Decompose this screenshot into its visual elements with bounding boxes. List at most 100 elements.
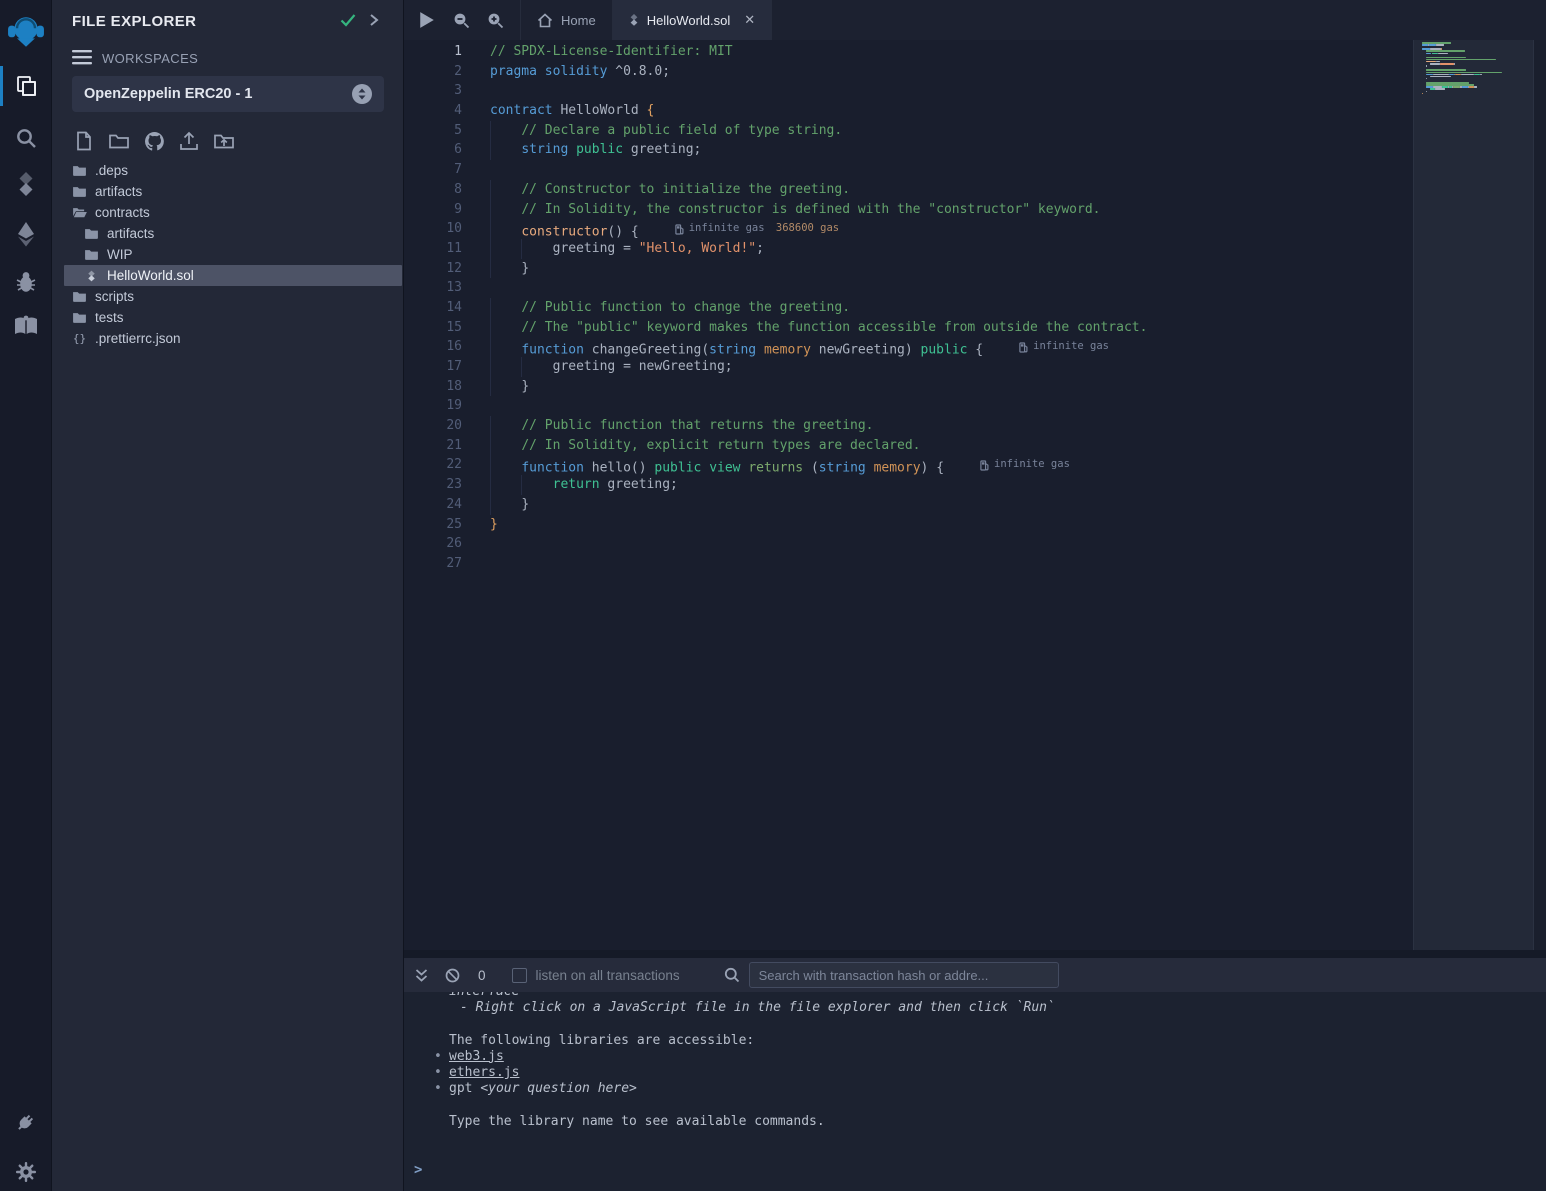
folder-icon (72, 165, 87, 176)
tab-helloworld-sol[interactable]: HelloWorld.sol ✕ (612, 0, 772, 40)
terminal-link[interactable]: web3.js (449, 1049, 504, 1064)
run-script-icon[interactable] (418, 11, 436, 29)
tree-item--deps[interactable]: .deps (52, 160, 404, 181)
code-line[interactable]: 24 } (404, 495, 1413, 515)
file-explorer-toolbar (72, 129, 236, 153)
learneth-icon[interactable] (0, 304, 52, 348)
terminal-line (404, 1097, 1546, 1113)
code-line[interactable]: 19 (404, 396, 1413, 416)
terminal-line: interface (404, 992, 1546, 1000)
tree-item-artifacts[interactable]: artifacts (52, 181, 404, 202)
chevron-right-icon[interactable] (368, 13, 380, 32)
new-file-icon[interactable] (72, 129, 96, 153)
code-line[interactable]: 2pragma solidity ^0.8.0; (404, 62, 1413, 82)
line-number: 2 (404, 62, 462, 82)
terminal-link[interactable]: ethers.js (449, 1065, 519, 1080)
new-folder-icon[interactable] (107, 129, 131, 153)
code-line[interactable]: 11 greeting = "Hello, World!"; (404, 239, 1413, 259)
tree-item-label: artifacts (107, 226, 154, 241)
code-line[interactable]: 13 (404, 278, 1413, 298)
activity-bar (0, 0, 52, 1191)
code-area[interactable]: 1// SPDX-License-Identifier: MIT2pragma … (404, 40, 1413, 950)
collapse-terminal-icon[interactable] (414, 968, 429, 983)
code-line[interactable]: 7 (404, 160, 1413, 180)
line-number: 14 (404, 298, 462, 318)
indent-guide (521, 239, 522, 259)
line-number: 7 (404, 160, 462, 180)
zoom-out-icon[interactable] (452, 11, 470, 29)
terminal-prompt[interactable]: > (414, 1162, 422, 1178)
clear-console-icon[interactable] (445, 968, 460, 983)
clone-git-repository-icon[interactable] (142, 129, 166, 153)
code-line[interactable]: 26 (404, 534, 1413, 554)
close-tab-icon[interactable]: ✕ (744, 12, 755, 28)
tree-item-contracts[interactable]: contracts (52, 202, 404, 223)
publish-to-gist-icon[interactable] (177, 129, 201, 153)
minimap[interactable] (1413, 40, 1533, 950)
check-icon[interactable] (340, 13, 356, 32)
terminal-resize-handle[interactable] (404, 950, 1546, 958)
terminal-output[interactable]: interface- Right click on a JavaScript f… (404, 992, 1546, 1191)
settings-gear-icon[interactable] (0, 1150, 52, 1191)
code-line[interactable]: 6 string public greeting; (404, 140, 1413, 160)
code-line[interactable]: 25} (404, 515, 1413, 535)
hamburger-menu-icon[interactable] (72, 50, 92, 70)
code-line[interactable]: 5 // Declare a public field of type stri… (404, 121, 1413, 141)
tree-item-wip[interactable]: WIP (52, 244, 404, 265)
code-line[interactable]: 20 // Public function that returns the g… (404, 416, 1413, 436)
tree-item-label: WIP (107, 247, 133, 262)
code-line[interactable]: 14 // Public function to change the gree… (404, 298, 1413, 318)
code-text: // SPDX-License-Identifier: MIT (490, 42, 733, 62)
code-text: function changeGreeting(string memory ne… (490, 337, 1109, 357)
code-line[interactable]: 12 } (404, 259, 1413, 279)
code-text: } (490, 515, 498, 535)
solidity-compiler-icon[interactable] (0, 162, 52, 206)
tree-item-artifacts[interactable]: artifacts (52, 223, 404, 244)
gas-estimate-annotation: infinite gas (980, 455, 1070, 475)
tree-item-label: contracts (95, 205, 150, 220)
indent-guide (490, 337, 491, 357)
code-line[interactable]: 18 } (404, 377, 1413, 397)
code-line[interactable]: 8 // Constructor to initialize the greet… (404, 180, 1413, 200)
code-line[interactable]: 21 // In Solidity, explicit return types… (404, 436, 1413, 456)
code-line[interactable]: 1// SPDX-License-Identifier: MIT (404, 42, 1413, 62)
workspace-select[interactable]: OpenZeppelin ERC20 - 1 (72, 76, 384, 112)
tree-item-helloworld-sol[interactable]: HelloWorld.sol (64, 265, 402, 286)
code-line[interactable]: 17 greeting = newGreeting; (404, 357, 1413, 377)
zoom-in-icon[interactable] (486, 11, 504, 29)
code-line[interactable]: 3 (404, 81, 1413, 101)
terminal-text: The following libraries are accessible: (449, 1033, 754, 1048)
terminal-text: - Right click on a JavaScript file in th… (460, 1000, 1055, 1015)
code-line[interactable]: 16 function changeGreeting(string memory… (404, 337, 1413, 357)
tree-item-label: .prettierrc.json (95, 331, 181, 346)
upload-folder-icon[interactable] (212, 129, 236, 153)
code-line[interactable]: 27 (404, 554, 1413, 574)
code-text: // Constructor to initialize the greetin… (490, 180, 850, 200)
code-line[interactable]: 22 function hello() public view returns … (404, 455, 1413, 475)
tree-item--prettierrc-json[interactable]: {}.prettierrc.json (52, 328, 404, 349)
code-line[interactable]: 23 return greeting; (404, 475, 1413, 495)
terminal-search-input[interactable] (749, 962, 1059, 988)
deploy-and-run-icon[interactable] (0, 212, 52, 256)
terminal-line: - Right click on a JavaScript file in th… (404, 1000, 1546, 1016)
remix-logo-icon[interactable] (0, 8, 52, 56)
listen-transactions-checkbox[interactable] (512, 968, 527, 983)
file-explorer-icon[interactable] (0, 64, 52, 108)
tree-item-scripts[interactable]: scripts (52, 286, 404, 307)
editor-scrollbar-gutter[interactable] (1533, 40, 1546, 950)
search-icon[interactable] (0, 116, 52, 160)
line-number: 25 (404, 515, 462, 535)
code-text: } (490, 377, 529, 397)
code-line[interactable]: 4contract HelloWorld { (404, 101, 1413, 121)
tree-item-tests[interactable]: tests (52, 307, 404, 328)
workspace-spinner-icon[interactable] (352, 84, 372, 104)
tree-item-label: scripts (95, 289, 134, 304)
tab-home[interactable]: Home (520, 0, 612, 40)
code-line[interactable]: 15 // The "public" keyword makes the fun… (404, 318, 1413, 338)
plugin-manager-icon[interactable] (0, 1100, 52, 1144)
debugger-icon[interactable] (0, 260, 52, 304)
line-number: 11 (404, 239, 462, 259)
code-line[interactable]: 9 // In Solidity, the constructor is def… (404, 200, 1413, 220)
code-text: return greeting; (490, 475, 678, 495)
code-line[interactable]: 10 constructor() {infinite gas 368600 ga… (404, 219, 1413, 239)
